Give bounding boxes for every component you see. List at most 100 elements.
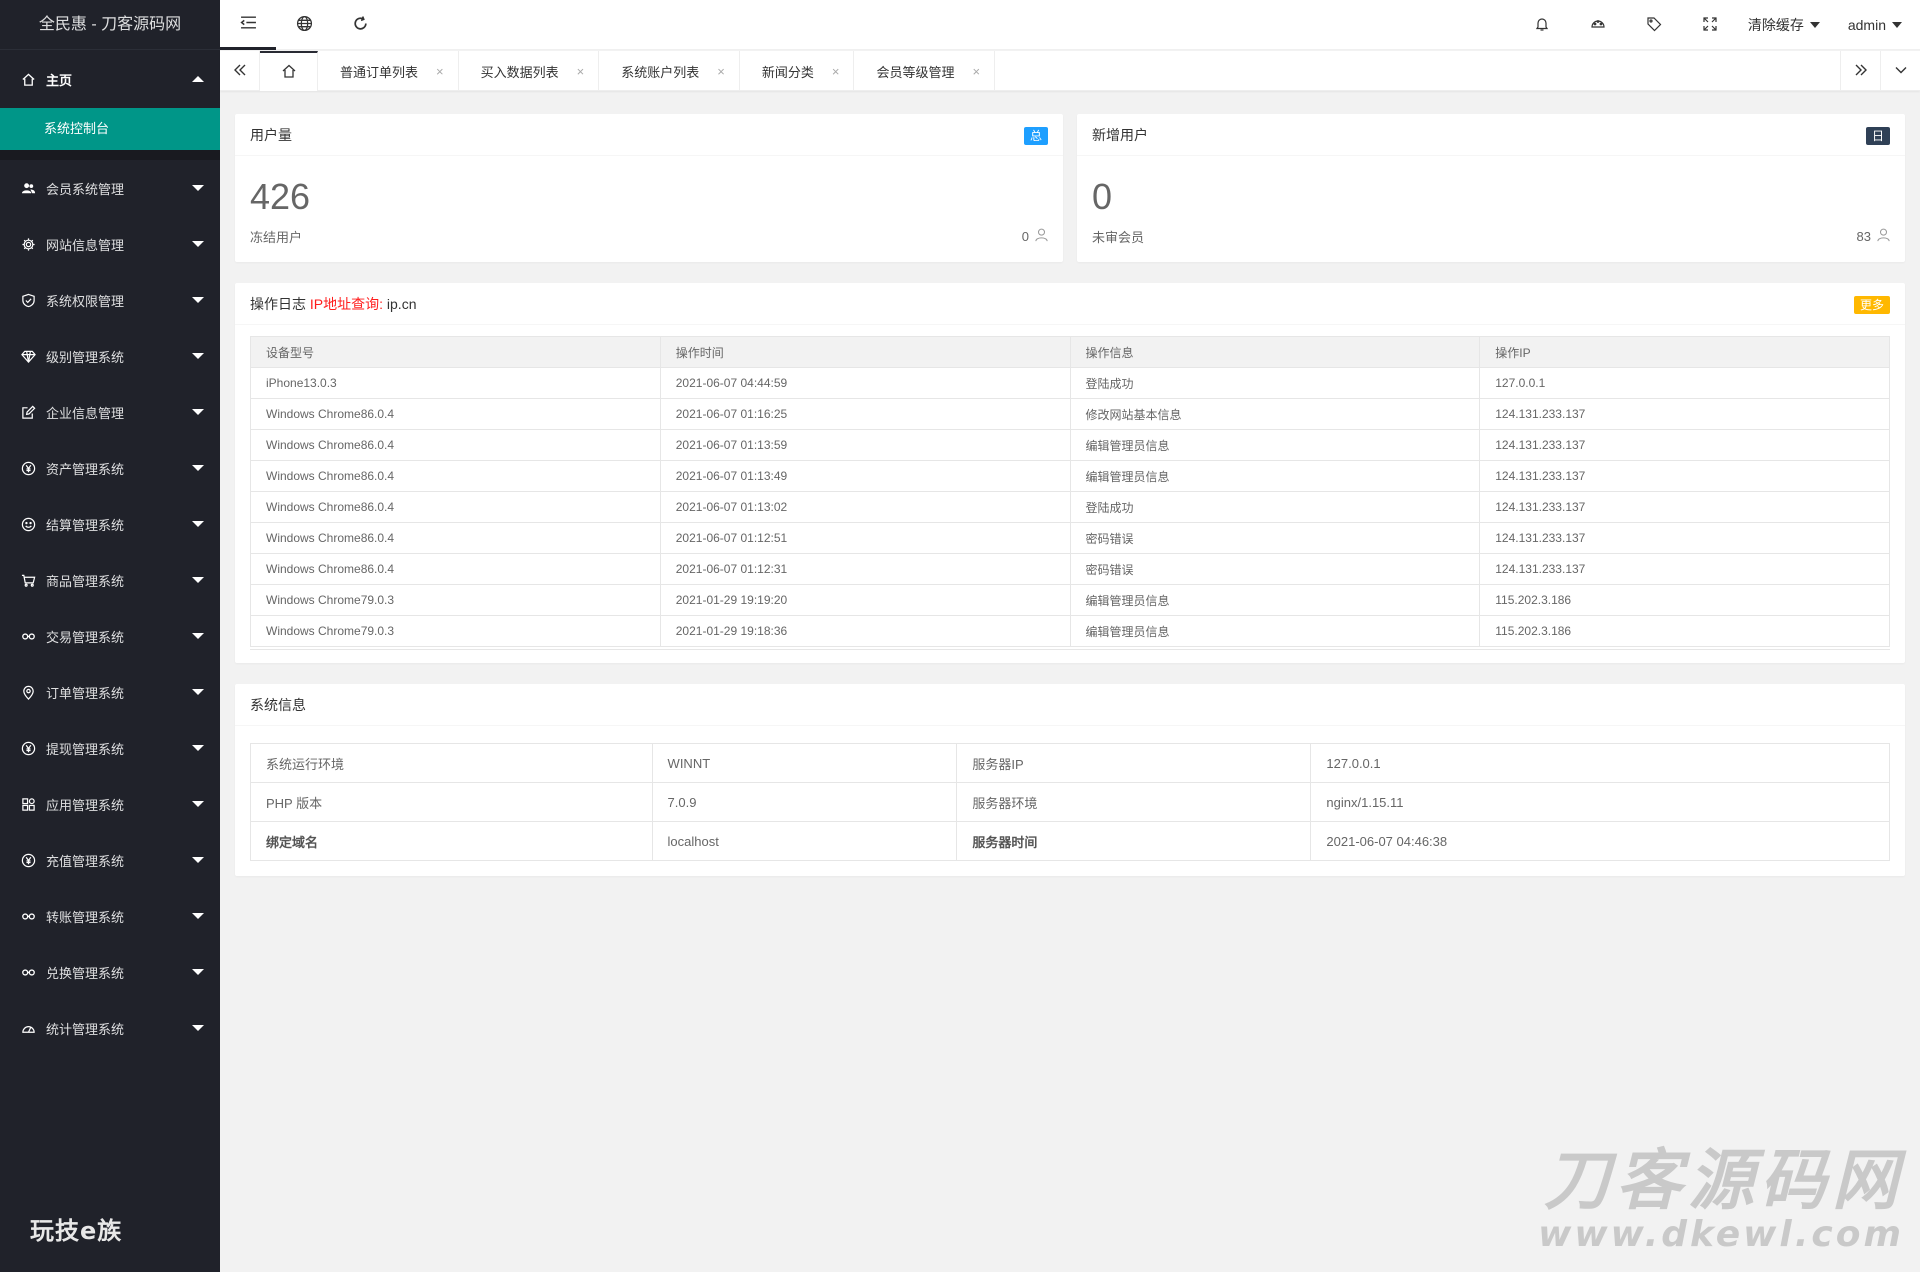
link-icon [20, 628, 36, 644]
gear-icon [20, 236, 36, 252]
sidebar-item-9[interactable]: 订单管理系统 [0, 664, 220, 720]
sidebar-item-2[interactable]: 系统权限管理 [0, 272, 220, 328]
sidebar-item-label: 应用管理系统 [46, 797, 125, 813]
sidebar-item-15[interactable]: 统计管理系统 [0, 1000, 220, 1056]
tab-3[interactable]: 新闻分类 × [740, 51, 855, 91]
close-icon[interactable]: × [972, 64, 980, 79]
notification-button[interactable] [1514, 0, 1570, 50]
tab-0[interactable]: 普通订单列表 × [318, 51, 459, 91]
close-icon[interactable]: × [436, 64, 444, 79]
sidebar-item-label: 统计管理系统 [46, 1021, 125, 1037]
table-cell: 密码错误 [1069, 553, 1481, 585]
stat-card-title: 用户量 [250, 127, 292, 143]
refresh-button[interactable] [332, 0, 388, 50]
diamond-icon [20, 348, 36, 364]
system-info-title: 系统信息 [250, 697, 306, 713]
tab-home[interactable] [260, 51, 318, 91]
frozen-users-count: 0 [1022, 227, 1049, 245]
table-cell: 编辑管理员信息 [1069, 460, 1481, 492]
sidebar-item-5[interactable]: 资产管理系统 [0, 440, 220, 496]
sidebar-nav-list: 会员系统管理 网站信息管理系统权限管理级别管理系统 企业信息管理 资产管理系统结算管理… [0, 160, 220, 1056]
more-button[interactable]: 更多 [1853, 296, 1890, 314]
column-header: 操作信息 [1069, 336, 1481, 368]
table-row: 系统运行环境 WINNT 服务器IP 127.0.0.1 [250, 743, 1890, 783]
tab-1[interactable]: 买入数据列表 × [459, 51, 600, 91]
close-icon[interactable]: × [832, 64, 840, 79]
sidebar-item-label: 兑换管理系统 [46, 965, 125, 981]
sidebar-item-11[interactable]: 应用管理系统 [0, 776, 220, 832]
website-button[interactable] [276, 0, 332, 50]
stat-card-header: 新增用户 日 [1077, 114, 1905, 156]
sidebar-item-home[interactable]: 主页 [0, 50, 220, 108]
close-icon[interactable]: × [577, 64, 585, 79]
operation-log-header: 操作日志 IP地址查询: ip.cn 更多 [235, 283, 1905, 325]
table-cell: 115.202.3.186 [1479, 615, 1890, 647]
caret-down-icon [192, 857, 204, 863]
tabs-scroll-right-button[interactable] [1840, 51, 1880, 91]
sidebar-item-console[interactable]: 系统控制台 [0, 108, 220, 150]
sidebar-item-label: 转账管理系统 [46, 909, 125, 925]
tag-icon [1646, 16, 1662, 35]
sidebar-item-0[interactable]: 会员系统管理 [0, 160, 220, 216]
app-title[interactable]: 全民惠 - 刀客源码网 [0, 0, 220, 50]
tab-2[interactable]: 系统账户列表 × [599, 51, 740, 91]
refresh-icon [352, 15, 369, 35]
sidebar-item-1[interactable]: 网站信息管理 [0, 216, 220, 272]
table-cell: 2021-01-29 19:18:36 [659, 615, 1071, 647]
system-info-card: 系统信息 系统运行环境 WINNT 服务器IP 127.0.0.1 PHP 版本 7.0.… [235, 684, 1905, 876]
user-name: admin [1847, 17, 1886, 33]
sidebar-item-12[interactable]: 充值管理系统 [0, 832, 220, 888]
fullscreen-icon [1702, 16, 1718, 35]
pending-members-label: 未审会员 [1092, 230, 1145, 245]
ip-site-link[interactable]: ip.cn [387, 296, 417, 312]
table-cell: 2021-06-07 01:16:25 [659, 398, 1071, 430]
user-icon [1871, 227, 1891, 245]
theme-button[interactable] [1570, 0, 1626, 50]
info-value: 2021-06-07 04:46:38 [1310, 821, 1890, 861]
table-cell: 124.131.233.137 [1479, 553, 1890, 585]
table-cell: 115.202.3.186 [1479, 584, 1890, 616]
new-user-count-value: 0 [1092, 176, 1113, 217]
home-icon [20, 71, 36, 87]
fullscreen-button[interactable] [1682, 0, 1738, 50]
clear-cache-dropdown[interactable]: 清除缓存 [1738, 0, 1838, 50]
table-row: Windows Chrome86.0.4 2021-06-07 01:16:25 修… [250, 398, 1890, 430]
stat-card-header: 用户量 总 [235, 114, 1063, 156]
tabs-scroll-left-button[interactable] [220, 51, 260, 91]
sidebar-item-10[interactable]: 提现管理系统 [0, 720, 220, 776]
sidebar-item-8[interactable]: 交易管理系统 [0, 608, 220, 664]
tab-4[interactable]: 会员等级管理 × [854, 51, 996, 91]
info-value: WINNT [651, 743, 958, 783]
sidebar-item-13[interactable]: 转账管理系统 [0, 888, 220, 944]
caret-down-icon [192, 969, 204, 975]
sidebar-item-14[interactable]: 兑换管理系统 [0, 944, 220, 1000]
sidebar-item-6[interactable]: 结算管理系统 [0, 496, 220, 552]
caret-down-icon [192, 801, 204, 807]
sidebar-item-3[interactable]: 级别管理系统 [0, 328, 220, 384]
sidebar-item-4[interactable]: 企业信息管理 [0, 384, 220, 440]
ip-query-link[interactable]: IP地址查询: [310, 296, 383, 312]
user-menu-dropdown[interactable]: admin [1838, 0, 1920, 50]
table-cell: 2021-06-07 01:13:02 [659, 491, 1071, 523]
sidebar-item-label: 订单管理系统 [46, 685, 125, 701]
table-cell: 2021-06-07 01:13:49 [659, 460, 1071, 492]
total-badge: 总 [1023, 127, 1048, 145]
operation-log-table: 设备型号 操作时间 操作信息 操作IP iPhone13.0.3 2021-06-… [250, 336, 1890, 647]
yen-icon [20, 852, 36, 868]
close-icon[interactable]: × [717, 64, 725, 79]
tag-button[interactable] [1626, 0, 1682, 50]
caret-down-icon [192, 241, 204, 247]
toggle-sidebar-button[interactable] [220, 0, 276, 50]
info-label: 服务器环境 [956, 782, 1312, 822]
sidebar-item-label: 结算管理系统 [46, 517, 125, 533]
table-row: Windows Chrome86.0.4 2021-06-07 01:13:49 编… [250, 460, 1890, 492]
table-cell: 124.131.233.137 [1479, 398, 1890, 430]
caret-down-icon [192, 185, 204, 191]
sidebar-item-7[interactable]: 商品管理系统 [0, 552, 220, 608]
sidebar: 全民惠 - 刀客源码网 主页 系统控制台 会员系统管理 网站信息管理系统权限管理级… [0, 0, 220, 1272]
tabs-menu-button[interactable] [1880, 51, 1920, 91]
table-cell: Windows Chrome86.0.4 [250, 460, 661, 492]
users-icon [20, 180, 36, 196]
operation-log-table-wrap[interactable]: 设备型号 操作时间 操作信息 操作IP iPhone13.0.3 2021-06-… [250, 336, 1890, 650]
sidebar-item-label: 系统权限管理 [46, 293, 125, 309]
